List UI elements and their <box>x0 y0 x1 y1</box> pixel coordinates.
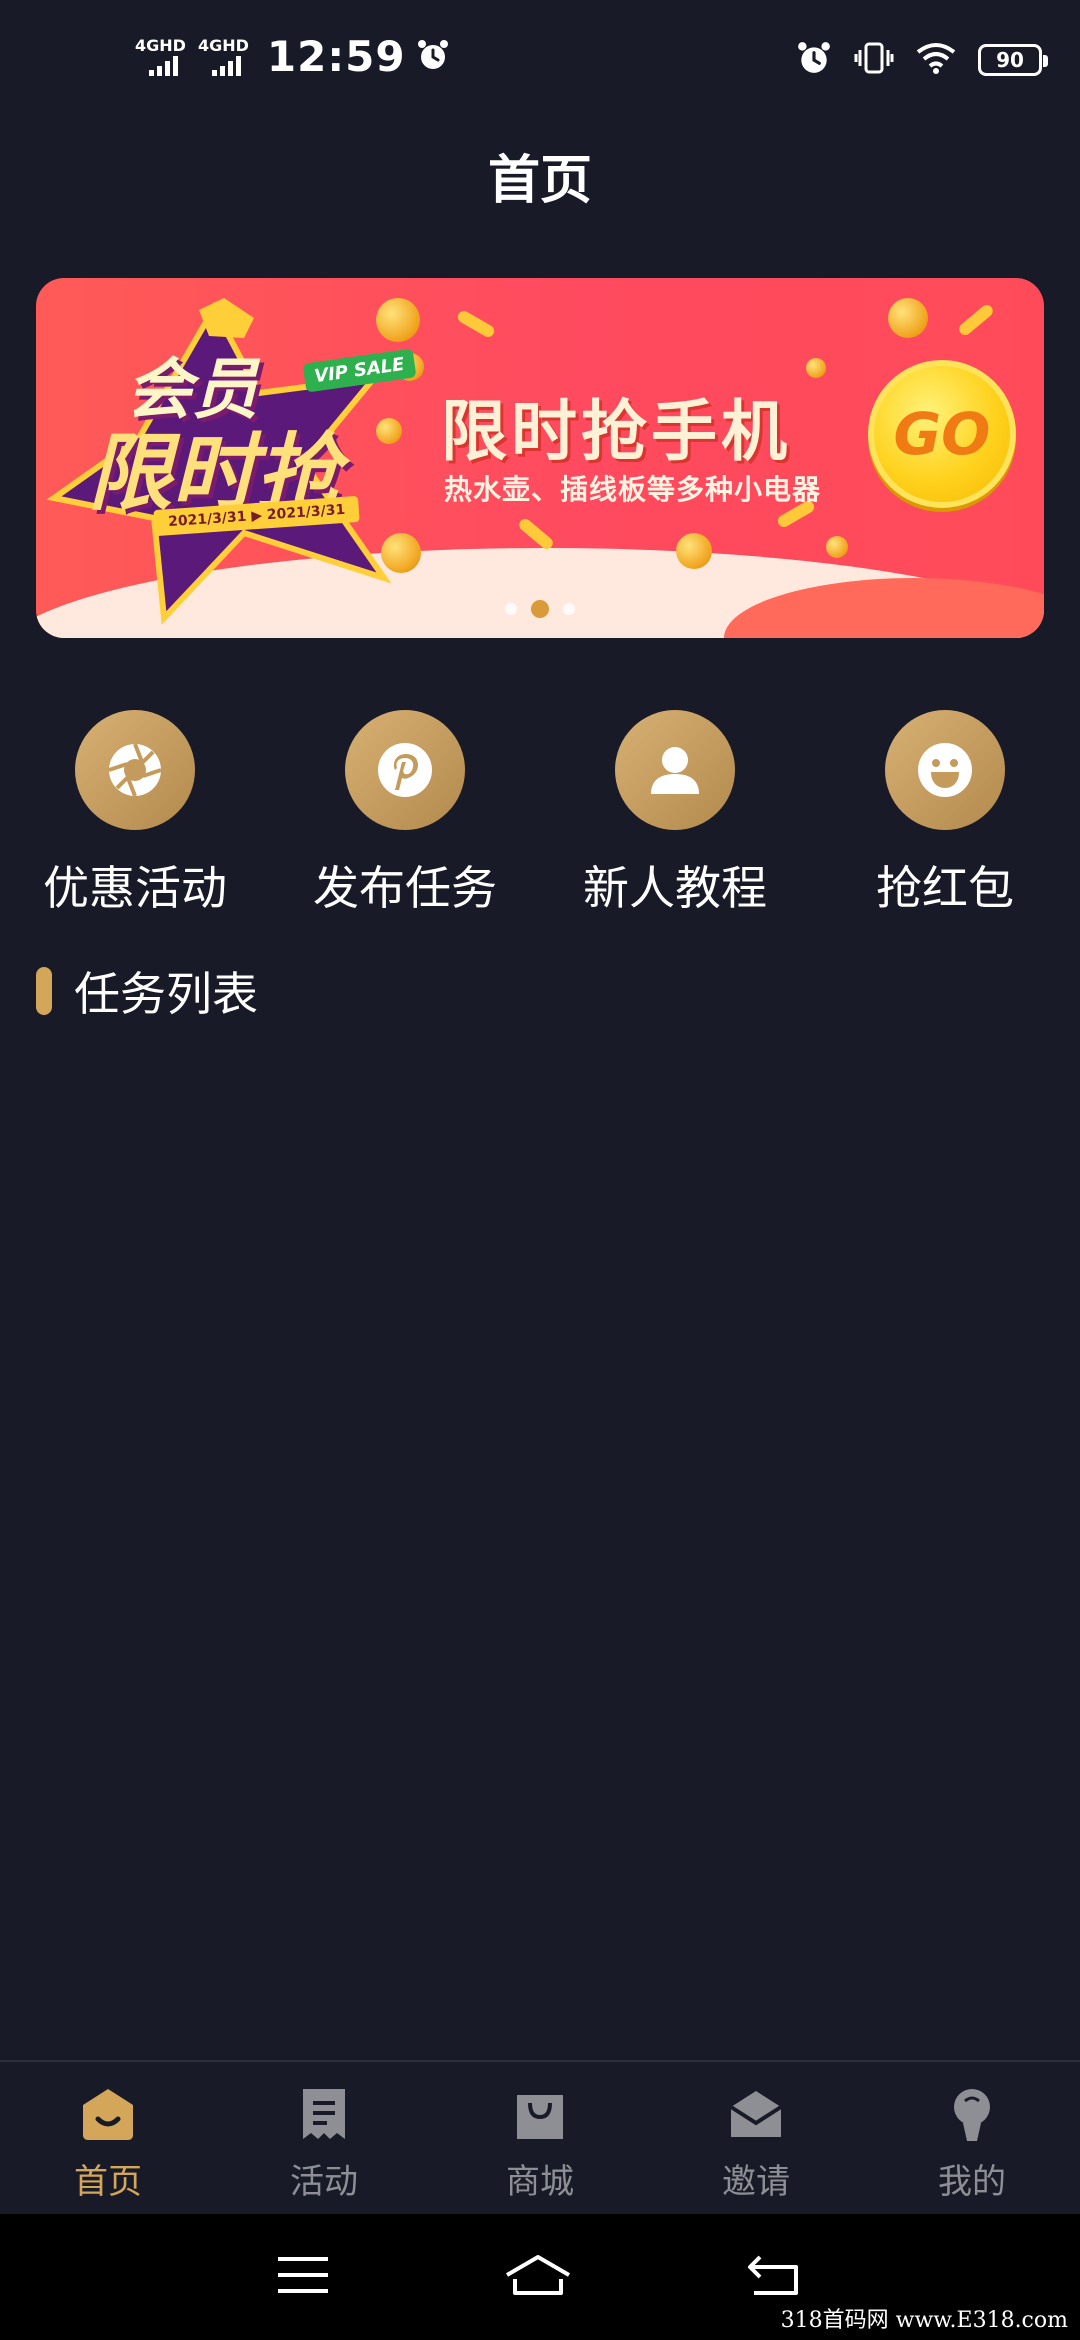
pin-icon <box>345 710 465 830</box>
receipt-icon <box>292 2082 356 2146</box>
coin-decoration <box>381 533 421 573</box>
quick-label: 新人教程 <box>583 861 767 915</box>
carousel-dot[interactable] <box>505 603 517 615</box>
quick-item-promotions[interactable]: 优惠活动 <box>0 710 270 918</box>
tab-label: 活动 <box>290 2162 358 2202</box>
user-icon <box>615 710 735 830</box>
tab-label: 邀请 <box>722 2162 790 2202</box>
section-label: 任务列表 <box>74 967 258 1021</box>
sim1-label: 4GHD <box>135 35 186 55</box>
home-icon <box>76 2082 140 2146</box>
carousel-indicator[interactable] <box>36 600 1044 618</box>
coin-decoration <box>676 533 712 569</box>
watermark: 318首码网 www.E318.com <box>774 2300 1074 2336</box>
menu-icon[interactable] <box>276 2255 330 2299</box>
aperture-icon <box>75 710 195 830</box>
banner-headline: 限时抢手机 <box>441 393 791 470</box>
carousel-dot-active[interactable] <box>531 600 549 618</box>
clock: 12:59 <box>266 32 406 81</box>
coin-decoration <box>806 358 826 378</box>
streamer-decoration <box>455 308 497 340</box>
tab-label: 首页 <box>74 2162 142 2202</box>
coin-decoration <box>376 298 420 342</box>
banner-subline: 热水壶、插线板等多种小电器 <box>444 473 822 506</box>
quick-item-tutorial[interactable]: 新人教程 <box>540 710 810 918</box>
coin-decoration <box>826 536 848 558</box>
streamer-decoration <box>516 516 556 552</box>
tab-activity[interactable]: 活动 <box>216 2062 432 2214</box>
alarm-icon <box>416 38 450 76</box>
streamer-decoration <box>956 302 996 338</box>
go-button[interactable]: GO <box>868 360 1016 508</box>
coin-decoration <box>376 418 402 444</box>
quick-label: 抢红包 <box>876 861 1014 915</box>
wifi-icon <box>916 42 956 78</box>
alarm-icon <box>796 40 832 80</box>
status-bar-left: 4GHD 4GHD 12:59 <box>135 32 450 81</box>
status-bar-right: 90 <box>796 40 1048 80</box>
signal-icon <box>149 55 186 76</box>
tab-profile[interactable]: 我的 <box>864 2062 1080 2214</box>
promo-banner[interactable]: 会员 限时抢 VIP SALE 2021/3/31 ▶ 2021/3/31 限时… <box>36 278 1044 638</box>
sim2-signal: 4GHD <box>197 35 249 76</box>
mail-icon <box>724 2082 788 2146</box>
quick-label: 优惠活动 <box>43 861 227 915</box>
shopping-bag-icon <box>508 2082 572 2146</box>
vibrate-icon <box>854 40 894 80</box>
tab-invite[interactable]: 邀请 <box>648 2062 864 2214</box>
go-label: GO <box>893 400 991 468</box>
carousel-dot[interactable] <box>563 603 575 615</box>
app-screen: 4GHD 4GHD 12:59 90 首页 会员 限时抢 VIP SALE 20… <box>0 0 1080 2340</box>
quick-item-publish-task[interactable]: 发布任务 <box>270 710 540 918</box>
home-icon[interactable] <box>503 2253 573 2301</box>
battery-level: 90 <box>996 48 1024 72</box>
tab-label: 我的 <box>938 2162 1006 2202</box>
tab-label: 商城 <box>506 2162 574 2202</box>
profile-icon <box>940 2082 1004 2146</box>
battery-icon: 90 <box>978 44 1048 76</box>
signal-icon <box>211 55 249 76</box>
sim1-signal: 4GHD <box>135 35 186 76</box>
status-bar: 4GHD 4GHD 12:59 90 <box>0 0 1080 120</box>
quick-menu: 优惠活动 发布任务 新人教程 抢红包 <box>0 710 1080 920</box>
bottom-tab-bar: 首页 活动 商城 邀请 我的 <box>0 2060 1080 2214</box>
tab-mall[interactable]: 商城 <box>432 2062 648 2214</box>
section-title: 任务列表 <box>36 958 258 1024</box>
coin-decoration <box>888 298 928 338</box>
page-title: 首页 <box>487 151 592 211</box>
section-accent-bar <box>36 967 52 1015</box>
tab-home[interactable]: 首页 <box>0 2062 216 2214</box>
quick-item-red-packet[interactable]: 抢红包 <box>810 710 1080 918</box>
smile-icon <box>885 710 1005 830</box>
quick-label: 发布任务 <box>313 861 497 915</box>
back-icon[interactable] <box>746 2253 804 2301</box>
sim2-label: 4GHD <box>197 35 249 55</box>
